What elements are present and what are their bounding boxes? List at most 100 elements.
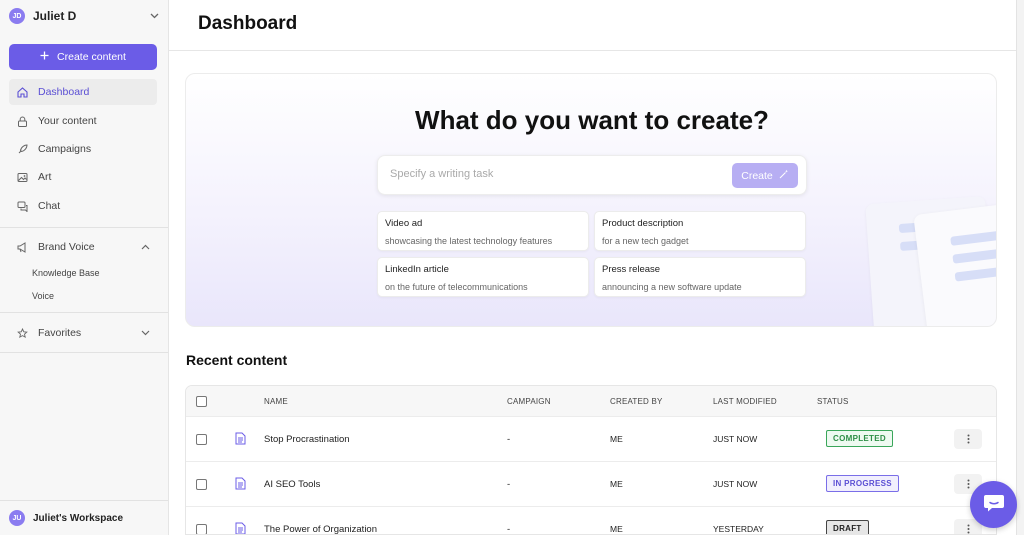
- table-row[interactable]: AI SEO Tools - ME JUST NOW IN PROGRESS: [186, 462, 996, 507]
- suggestion-card[interactable]: LinkedIn article on the future of teleco…: [377, 257, 589, 297]
- suggestion-title: Press release: [602, 264, 661, 275]
- writing-task-input[interactable]: [390, 168, 720, 180]
- row-campaign: -: [507, 524, 511, 535]
- page-scrollbar[interactable]: [1016, 0, 1024, 535]
- row-last-modified: JUST NOW: [713, 434, 758, 444]
- column-header-status[interactable]: STATUS: [817, 397, 849, 406]
- sidebar-item-chat[interactable]: Chat: [9, 193, 157, 219]
- sidebar-divider: [0, 352, 168, 353]
- document-icon: [235, 522, 247, 534]
- column-header-name[interactable]: NAME: [264, 397, 288, 406]
- main-content: Dashboard What do you want to create? Cr…: [169, 0, 1016, 535]
- row-checkbox[interactable]: [196, 434, 207, 445]
- image-icon: [16, 171, 28, 183]
- row-created-by: ME: [610, 479, 623, 489]
- magic-wand-icon: [779, 169, 789, 182]
- plus-icon: [40, 51, 49, 63]
- row-last-modified: YESTERDAY: [713, 524, 764, 534]
- select-all-checkbox[interactable]: [196, 396, 207, 407]
- sidebar-item-label: Art: [38, 171, 52, 183]
- sidebar-item-dashboard[interactable]: Dashboard: [9, 79, 157, 105]
- more-vertical-icon: [967, 522, 970, 535]
- table-row[interactable]: Stop Procrastination - ME JUST NOW COMPL…: [186, 417, 996, 462]
- create-button-label: Create: [741, 169, 773, 182]
- suggestion-title: Video ad: [385, 218, 423, 229]
- megaphone-icon: [16, 241, 28, 253]
- create-content-button[interactable]: Create content: [9, 44, 157, 70]
- create-hero: What do you want to create? Create Video…: [185, 73, 997, 327]
- create-button[interactable]: Create: [732, 163, 798, 188]
- workspace-avatar: JU: [9, 510, 25, 526]
- row-more-button[interactable]: [954, 429, 982, 449]
- row-name[interactable]: The Power of Organization: [264, 524, 377, 534]
- sidebar: JD Juliet D Create content Dashboard You…: [0, 0, 169, 535]
- document-icon: [235, 477, 247, 491]
- recent-content-table: NAME CAMPAIGN CREATED BY LAST MODIFIED S…: [185, 385, 997, 535]
- suggestion-title: LinkedIn article: [385, 264, 449, 275]
- row-last-modified: JUST NOW: [713, 479, 758, 489]
- sidebar-item-campaigns[interactable]: Campaigns: [9, 136, 157, 162]
- suggestion-card[interactable]: Video ad showcasing the latest technolog…: [377, 211, 589, 251]
- column-header-created-by[interactable]: CREATED BY: [610, 397, 663, 406]
- decorative-document: [913, 201, 996, 326]
- sidebar-divider: [0, 227, 168, 228]
- suggestion-desc: on the future of telecommunications: [385, 282, 528, 292]
- table-header: NAME CAMPAIGN CREATED BY LAST MODIFIED S…: [186, 386, 996, 417]
- star-icon: [16, 327, 28, 339]
- recent-content-title: Recent content: [186, 352, 288, 368]
- row-checkbox[interactable]: [196, 524, 207, 534]
- row-created-by: ME: [610, 524, 623, 534]
- row-campaign: -: [507, 479, 511, 490]
- sidebar-item-your-content[interactable]: Your content: [9, 108, 157, 134]
- writing-task-box: Create: [377, 155, 807, 195]
- sidebar-item-art[interactable]: Art: [9, 164, 157, 190]
- row-name[interactable]: AI SEO Tools: [264, 479, 320, 490]
- chevron-down-icon: [149, 11, 159, 21]
- row-created-by: ME: [610, 434, 623, 444]
- hero-title: What do you want to create?: [415, 105, 769, 135]
- sidebar-item-label: Brand Voice: [38, 241, 95, 253]
- row-checkbox[interactable]: [196, 479, 207, 490]
- suggestion-desc: showcasing the latest technology feature…: [385, 236, 553, 246]
- sidebar-subitem-voice[interactable]: Voice: [32, 291, 54, 301]
- suggestion-title: Product description: [602, 218, 684, 229]
- create-content-label: Create content: [57, 51, 126, 63]
- sidebar-subitem-knowledge-base[interactable]: Knowledge Base: [32, 268, 100, 278]
- lock-icon: [16, 115, 28, 127]
- sidebar-divider: [0, 500, 168, 501]
- row-name[interactable]: Stop Procrastination: [264, 434, 350, 445]
- status-badge: COMPLETED: [826, 430, 893, 447]
- sidebar-divider: [0, 312, 168, 313]
- suggestion-card[interactable]: Press release announcing a new software …: [594, 257, 806, 297]
- sidebar-item-label: Campaigns: [38, 143, 92, 155]
- workspace-switcher[interactable]: JU Juliet's Workspace: [9, 509, 159, 527]
- more-vertical-icon: [967, 477, 970, 492]
- suggestion-desc: announcing a new software update: [602, 282, 742, 292]
- chevron-down-icon: [140, 328, 150, 338]
- user-menu[interactable]: JD Juliet D: [9, 6, 159, 26]
- chat-icon: [16, 200, 28, 212]
- chevron-up-icon: [140, 242, 150, 252]
- page-title: Dashboard: [198, 13, 298, 34]
- chat-support-button[interactable]: [970, 481, 1017, 528]
- rocket-icon: [16, 143, 28, 155]
- sidebar-item-favorites[interactable]: Favorites: [9, 320, 157, 346]
- user-name: Juliet D: [33, 9, 77, 23]
- workspace-name: Juliet's Workspace: [33, 512, 124, 524]
- chat-bubble-icon: [983, 493, 1005, 516]
- column-header-last-modified[interactable]: LAST MODIFIED: [713, 397, 777, 406]
- suggestion-desc: for a new tech gadget: [602, 236, 689, 246]
- sidebar-item-brand-voice[interactable]: Brand Voice: [9, 234, 157, 260]
- column-header-campaign[interactable]: CAMPAIGN: [507, 397, 551, 406]
- more-vertical-icon: [967, 432, 970, 447]
- document-icon: [235, 432, 247, 446]
- sidebar-item-label: Dashboard: [38, 86, 90, 98]
- table-row[interactable]: The Power of Organization - ME YESTERDAY…: [186, 507, 996, 535]
- home-icon: [16, 86, 28, 98]
- sidebar-item-label: Favorites: [38, 327, 82, 339]
- suggestion-card[interactable]: Product description for a new tech gadge…: [594, 211, 806, 251]
- avatar: JD: [9, 8, 25, 24]
- row-campaign: -: [507, 434, 511, 445]
- header-divider: [169, 50, 1016, 51]
- status-badge: DRAFT: [826, 520, 869, 534]
